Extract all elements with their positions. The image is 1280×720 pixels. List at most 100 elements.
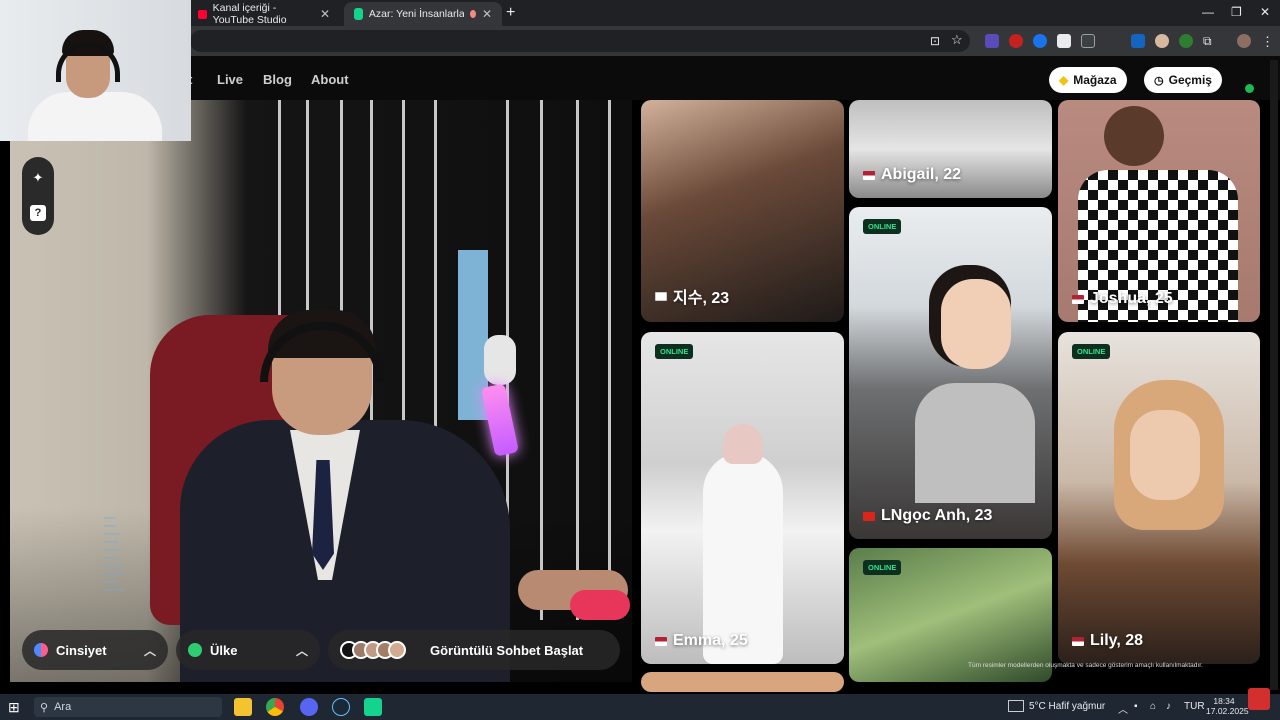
profile-card[interactable]: ONLINE Emma, 25 [641, 332, 844, 664]
clock-date: 17.02.2025 [1206, 706, 1249, 716]
profile-name: 지수, 23 [673, 290, 730, 307]
network-icon[interactable]: ⌂ [1150, 701, 1156, 712]
search-placeholder: Ara [54, 701, 72, 713]
nav-blog[interactable]: Blog [263, 72, 292, 87]
online-badge: ONLINE [863, 560, 902, 575]
azar-app-icon[interactable] [364, 698, 382, 716]
adblock-icon[interactable] [1009, 34, 1023, 48]
flag-us-icon [863, 170, 875, 180]
profile-name: Abigail, 22 [881, 166, 962, 183]
language-indicator[interactable]: TUR [1184, 701, 1205, 712]
volume-icon[interactable]: ♪ [1166, 701, 1171, 712]
search-icon: ⚲ [40, 701, 49, 714]
extension-icon[interactable] [1179, 34, 1193, 48]
restore-icon[interactable]: ❐ [1231, 5, 1242, 19]
scrollbar[interactable] [1270, 60, 1278, 690]
taskbar-search[interactable]: ⚲ Ara [34, 697, 222, 717]
menu-icon[interactable]: ⋮ [1261, 34, 1275, 49]
nav-about[interactable]: About [311, 72, 349, 87]
stream-chat-overlay: ▪▪▪▪▪▪▪▪ ▪▪▪▪▪▪▪▪▪ ▪▪▪▪▪▪▪▪▪▪▪ ▪▪▪▪▪▪▪▪▪▪ … [104, 515, 126, 592]
discord-icon[interactable] [300, 698, 318, 716]
history-label: Geçmiş [1168, 73, 1212, 87]
start-video-chat-button[interactable]: Görüntülü Sohbet Başlat [328, 630, 620, 670]
nav-live[interactable]: Live [217, 72, 243, 87]
webcam-overlay [0, 0, 191, 141]
minimize-icon[interactable]: — [1202, 5, 1214, 19]
weather-icon[interactable] [1008, 700, 1024, 712]
extension-icon[interactable] [1155, 34, 1169, 48]
profile-card[interactable]: ONLINE Lily, 28 [1058, 332, 1260, 664]
clock[interactable]: 18:34 17.02.2025 [1206, 696, 1249, 716]
extension-icon[interactable] [1081, 34, 1095, 48]
flag-us-icon [1072, 636, 1084, 646]
online-badge: ONLINE [863, 219, 902, 234]
new-tab-icon[interactable]: + [506, 4, 515, 22]
country-filter[interactable]: Ülke ︿ [176, 630, 320, 670]
profile-name: LNgọc Anh, 23 [881, 507, 993, 524]
chevron-up-icon: ︿ [143, 643, 156, 658]
profile-name-row: Emma, 25 [655, 632, 748, 650]
tab-youtube-studio[interactable]: Kanal içeriği - YouTube Studio ✕ [188, 2, 340, 26]
close-window-icon[interactable]: ✕ [1260, 5, 1270, 19]
profile-card[interactable]: ONLINE LNgọc Anh, 23 [849, 207, 1052, 539]
file-explorer-icon[interactable] [234, 698, 252, 716]
clock-time: 18:34 [1213, 696, 1235, 706]
history-button[interactable]: ◷ Geçmiş [1144, 67, 1222, 93]
sparkle-icon[interactable]: ✦ [30, 170, 46, 186]
profile-card[interactable]: 지수, 23 [641, 100, 844, 322]
profile-name: Joshua, 25 [1090, 290, 1173, 307]
address-bar[interactable] [190, 30, 970, 52]
flag-kr-icon [655, 291, 667, 301]
close-tab-icon[interactable]: ✕ [320, 7, 330, 21]
tab-title: Kanal içeriği - YouTube Studio [212, 2, 287, 26]
shield-icon[interactable] [1131, 34, 1145, 48]
profile-card[interactable]: Abigail, 22 [849, 100, 1052, 198]
extension-icon[interactable] [1033, 34, 1047, 48]
status-icon [1245, 84, 1254, 93]
gender-filter[interactable]: Cinsiyet ︿ [22, 630, 168, 670]
extension-icon[interactable] [1057, 34, 1071, 48]
puzzle-icon[interactable]: ⧉ [1203, 34, 1217, 48]
profile-name-row: Abigail, 22 [863, 166, 961, 184]
youtube-icon [198, 9, 207, 19]
subscribe-overlay-icon [1248, 688, 1270, 710]
flag-us-icon [1072, 294, 1084, 304]
profile-card[interactable]: Joshua, 25 [1058, 100, 1260, 322]
azar-icon [354, 8, 363, 20]
install-app-icon[interactable]: ⊡ [930, 34, 944, 48]
shop-button[interactable]: ◆ Mağaza [1049, 67, 1127, 93]
side-tool-panel: ✦ ? [22, 157, 54, 235]
profile-name-row: Lily, 28 [1072, 632, 1143, 650]
country-label: Ülke [210, 642, 238, 658]
extension-icon[interactable] [985, 34, 999, 48]
profile-card[interactable] [641, 672, 844, 692]
help-icon[interactable]: ? [30, 205, 46, 221]
bookmark-star-icon[interactable]: ☆ [951, 32, 965, 47]
disclaimer-text: Tüm resimler modellerden oluşmakta ve sa… [968, 662, 1203, 669]
online-badge: ONLINE [655, 344, 694, 359]
avatar-stack [340, 641, 406, 659]
clock-icon: ◷ [1154, 74, 1164, 87]
profile-name-row: 지수, 23 [655, 284, 729, 308]
profile-name-row: Joshua, 25 [1072, 290, 1173, 308]
gender-label: Cinsiyet [56, 642, 107, 658]
globe-icon [188, 643, 202, 657]
chrome-icon[interactable] [266, 698, 284, 716]
tray-icon[interactable]: ▪ [1134, 701, 1138, 712]
tab-title: Azar: Yeni İnsanlarla Görün [368, 8, 464, 20]
tab-azar[interactable]: Azar: Yeni İnsanlarla Görün ✕ [344, 2, 502, 26]
recording-icon [469, 10, 476, 18]
tray-arrow-icon[interactable]: ︿ [1118, 701, 1128, 716]
profile-name: Lily, 28 [1090, 632, 1144, 649]
windows-start-icon[interactable]: ⊞ [8, 698, 26, 716]
close-tab-icon[interactable]: ✕ [482, 7, 492, 21]
profile-name-row: LNgọc Anh, 23 [863, 507, 992, 525]
steam-icon[interactable] [332, 698, 350, 716]
weather-text[interactable]: 5°C Hafif yağmur [1029, 701, 1105, 712]
profile-avatar[interactable] [1237, 34, 1251, 48]
video-feed: ▪▪▪▪▪▪▪▪ ▪▪▪▪▪▪▪▪▪ ▪▪▪▪▪▪▪▪▪▪▪ ▪▪▪▪▪▪▪▪▪▪ … [10, 100, 632, 682]
chevron-up-icon: ︿ [295, 643, 308, 658]
online-badge: ONLINE [1072, 344, 1111, 359]
profile-name: Emma, 25 [673, 632, 748, 649]
gender-icon [34, 643, 48, 657]
